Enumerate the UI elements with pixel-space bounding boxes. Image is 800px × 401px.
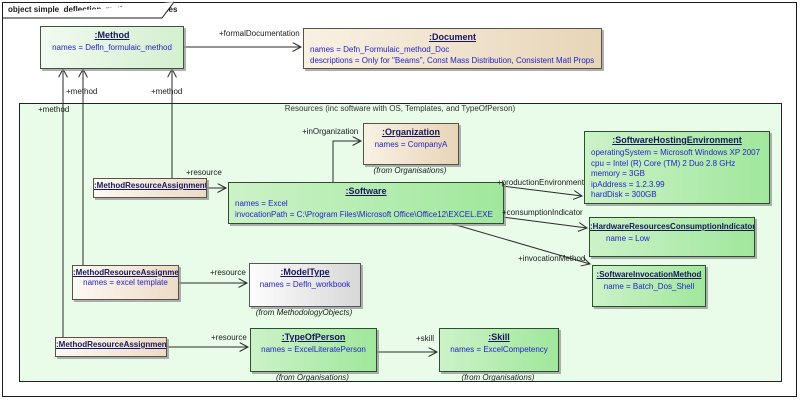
node-mra2-attr: names = excel template xyxy=(73,278,178,289)
node-type-of-person-attr: names = ExcelLiteratePerson xyxy=(251,345,376,356)
node-method-title: :Method xyxy=(41,27,183,40)
node-document-title: :Document xyxy=(304,29,601,42)
node-she-attr: ipAddress = 1.2.3.99 xyxy=(591,180,769,191)
edge-label-formal-documentation: +formalDocumentation xyxy=(219,29,300,38)
node-type-of-person-title: :TypeOfPerson xyxy=(251,329,376,342)
node-skill[interactable]: :Skill names = ExcelCompetency xyxy=(439,328,559,372)
node-mra3-title: :MethodResourceAssignment xyxy=(56,338,166,349)
node-she-attr: memory = 3GB xyxy=(591,169,769,180)
node-software-attr: names = Excel xyxy=(235,199,503,210)
node-she-attr: cpu = Intel (R) Core (TM) 2 Duo 2.8 GHz xyxy=(591,159,769,170)
node-software-attr: invocationPath = C:\Program Files\Micros… xyxy=(235,210,503,221)
node-skill-attr: names = ExcelCompetency xyxy=(440,345,558,356)
edge-label-method-2: +method xyxy=(66,87,97,96)
edge-label-skill: +skill xyxy=(416,334,434,343)
node-document-attr: descriptions = Only for "Beams", Const M… xyxy=(310,56,601,67)
node-model-type-caption: (from MethodologyObjects) xyxy=(234,308,374,317)
node-software-invocation-method[interactable]: :SoftwareInvocationMethod name = Batch_D… xyxy=(592,265,706,307)
node-organization[interactable]: :Organization names = CompanyA xyxy=(363,123,459,165)
edge-label-method-3: +method xyxy=(151,87,182,96)
edge-label-in-organization: +inOrganization xyxy=(302,127,358,136)
edge-label-resource-1: +resource xyxy=(186,168,222,177)
node-she-attr: hardDisk = 300GB xyxy=(591,190,769,201)
node-mra1-title: :MethodResourceAssignment xyxy=(94,179,206,190)
node-method-resource-assignment-1[interactable]: :MethodResourceAssignment xyxy=(93,178,207,198)
uml-object-diagram: Resources (inc software with OS, Templat… xyxy=(0,0,800,401)
node-hwrci-attr: name = Low xyxy=(606,234,754,245)
node-skill-title: :Skill xyxy=(440,329,558,342)
node-organization-title: :Organization xyxy=(364,124,458,137)
edge-label-method-1: +method xyxy=(38,105,69,114)
node-type-of-person[interactable]: :TypeOfPerson names = ExcelLiteratePerso… xyxy=(250,328,377,372)
node-document[interactable]: :Document names = Defn_Formulaic_method_… xyxy=(303,28,602,69)
edge-label-production-environment: +productionEnvironment xyxy=(497,178,584,187)
edge-in-organization xyxy=(333,141,361,182)
node-hwrci-title: :HardwareResourcesConsumptionIndicator xyxy=(590,218,754,231)
node-hardware-consumption-indicator[interactable]: :HardwareResourcesConsumptionIndicator n… xyxy=(589,217,755,257)
node-software-hosting-environment-title: :SoftwareHostingEnvironment xyxy=(585,132,769,145)
node-method-resource-assignment-2[interactable]: :MethodResourceAssignment names = excel … xyxy=(72,265,179,300)
node-document-attr: names = Defn_Formulaic_method_Doc xyxy=(310,45,601,56)
node-method[interactable]: :Method names = Defln_formulaic_method xyxy=(40,26,184,69)
edge-label-consumption-indicator: +consumptionIndicator xyxy=(502,208,583,217)
node-software-title: :Software xyxy=(229,183,503,196)
node-sim-title: :SoftwareInvocationMethod xyxy=(593,266,705,279)
node-method-resource-assignment-3[interactable]: :MethodResourceAssignment xyxy=(55,337,167,357)
node-organization-caption: (from Organisations) xyxy=(353,166,467,175)
edge-consumption-indicator xyxy=(502,217,587,228)
node-software[interactable]: :Software names = Excel invocationPath =… xyxy=(228,182,504,224)
node-method-attr: names = Defln_formulaic_method xyxy=(41,43,183,54)
node-organization-attr: names = CompanyA xyxy=(364,140,458,151)
edge-label-invocation-method: +invocationMethod xyxy=(518,254,585,263)
node-she-attr: operatingSystem = Microsoft Windows XP 2… xyxy=(591,148,769,159)
diagram-tab-shape xyxy=(2,2,174,18)
edge-label-resource-3: +resource xyxy=(211,333,247,342)
edge-production-environment xyxy=(502,186,582,196)
node-skill-caption: (from Organisations) xyxy=(439,373,557,382)
node-software-hosting-environment[interactable]: :SoftwareHostingEnvironment operatingSys… xyxy=(584,131,770,204)
node-model-type[interactable]: :ModelType names = Defln_workbook xyxy=(249,263,361,307)
node-model-type-attr: names = Defln_workbook xyxy=(250,280,360,291)
edge-label-resource-2: +resource xyxy=(210,268,246,277)
node-model-type-title: :ModelType xyxy=(250,264,360,277)
node-sim-attr: name = Batch_Dos_Shell xyxy=(593,282,705,293)
node-mra2-title: :MethodResourceAssignment xyxy=(73,266,178,277)
node-type-of-person-caption: (from Organisations) xyxy=(250,373,375,382)
